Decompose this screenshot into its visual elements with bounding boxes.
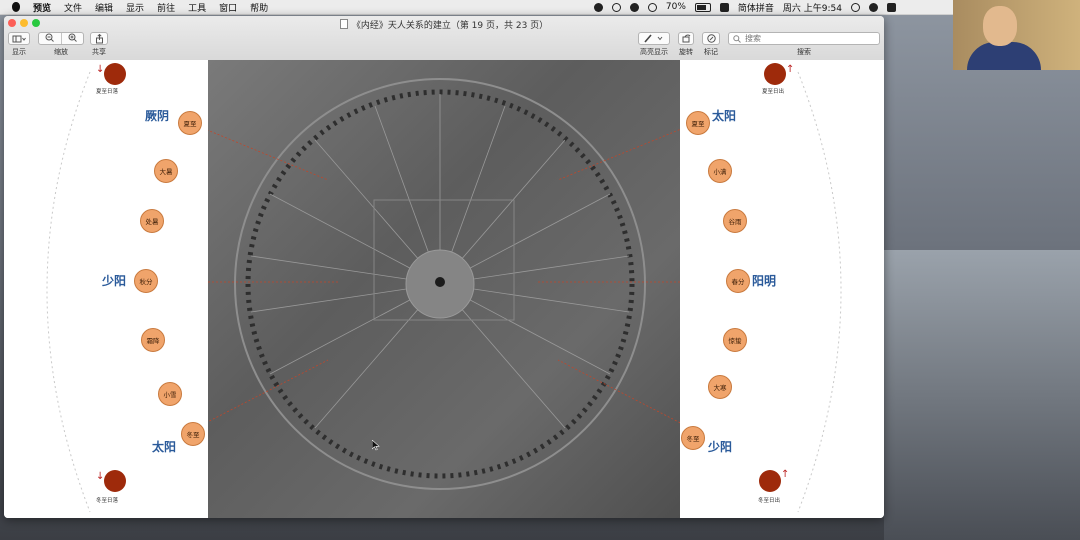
zoom-in-icon bbox=[68, 33, 77, 42]
highlight-label: 高亮显示 bbox=[640, 48, 668, 56]
menu-tools[interactable]: 工具 bbox=[188, 1, 206, 14]
spotlight-search-icon[interactable] bbox=[851, 2, 860, 12]
document-icon bbox=[339, 19, 348, 29]
share-icon bbox=[95, 33, 103, 43]
siri-icon[interactable] bbox=[869, 2, 878, 12]
term-node-left-4: 秋分 bbox=[134, 269, 158, 293]
arrow-up-icon: ↑ bbox=[786, 64, 795, 75]
apple-menu-icon[interactable] bbox=[12, 2, 20, 12]
status-app-icon[interactable] bbox=[593, 2, 603, 12]
term-node-right-4: 春分 bbox=[726, 269, 750, 293]
menu-view[interactable]: 显示 bbox=[126, 1, 144, 14]
sidebar-icon bbox=[12, 35, 26, 42]
markup-label: 标记 bbox=[704, 48, 718, 56]
notification-center-icon[interactable] bbox=[887, 2, 896, 12]
rotate-icon bbox=[682, 34, 690, 43]
sundial-engraving bbox=[168, 78, 708, 490]
wifi-icon[interactable] bbox=[647, 2, 657, 12]
battery-percent: 70% bbox=[665, 2, 686, 12]
term-node-left-1: 夏至 bbox=[178, 111, 202, 135]
right-orbit-dotted-line bbox=[797, 71, 842, 513]
label-taiyang-left: 太阳 bbox=[152, 440, 177, 454]
term-node-right-6: 大寒 bbox=[708, 375, 732, 399]
menu-window[interactable]: 窗口 bbox=[219, 1, 237, 14]
presenter-face bbox=[983, 6, 1017, 46]
sun-icon bbox=[104, 63, 126, 85]
sun-caption-top-left: 夏至日落 bbox=[96, 89, 119, 95]
menu-file[interactable]: 文件 bbox=[64, 1, 82, 14]
zoom-out-icon bbox=[45, 33, 55, 42]
share-button[interactable] bbox=[90, 32, 108, 45]
search-icon bbox=[733, 34, 741, 43]
presenter-shirt bbox=[967, 42, 1041, 70]
term-node-left-7: 冬至 bbox=[181, 422, 205, 446]
arrow-up-icon: ↑ bbox=[781, 469, 790, 480]
sun-caption-top-right: 夏至日出 bbox=[762, 89, 785, 95]
view-label: 显示 bbox=[12, 48, 26, 56]
sun-caption-bottom-right: 冬至日出 bbox=[758, 498, 781, 504]
sun-icon bbox=[764, 63, 786, 85]
label-jueyin: 厥阴 bbox=[145, 109, 170, 123]
zoom-out-button[interactable] bbox=[39, 33, 62, 44]
markup-button[interactable] bbox=[702, 32, 720, 45]
zoom-button-group bbox=[38, 32, 84, 45]
cloud-sync-icon[interactable] bbox=[611, 2, 621, 12]
window-title: 《内经》天人关系的建立（第 19 页，共 23 页） bbox=[351, 21, 549, 31]
search-label: 搜索 bbox=[797, 48, 811, 56]
search-input[interactable] bbox=[745, 34, 865, 43]
document-page[interactable]: 夏至 大暑 处暑 秋分 霜降 小雪 冬至 夏至 小满 谷雨 春分 惊蛰 大寒 冬… bbox=[4, 60, 884, 518]
label-taiyang-right: 太阳 bbox=[712, 109, 737, 123]
clock[interactable]: 周六 上午9:54 bbox=[783, 1, 842, 14]
term-node-left-6: 小雪 bbox=[158, 382, 182, 406]
zoom-label: 缩放 bbox=[54, 48, 68, 56]
input-method-icon[interactable] bbox=[719, 2, 729, 12]
sun-caption-bottom-left: 冬至日落 bbox=[96, 498, 119, 504]
sidebar-view-button[interactable] bbox=[8, 32, 30, 45]
label-shaoyin: 少阳 bbox=[708, 440, 733, 454]
term-node-left-2: 大暑 bbox=[154, 159, 178, 183]
term-node-right-7: 冬至 bbox=[681, 426, 705, 450]
highlight-button[interactable] bbox=[638, 32, 670, 45]
sundial-stone-image bbox=[168, 60, 708, 518]
webcam-overlay bbox=[953, 0, 1080, 70]
highlight-pen-icon bbox=[644, 34, 663, 43]
menu-bar: 预览 文件 编辑 显示 前往 工具 窗口 帮助 70% 简体拼音 周六 上午9:… bbox=[0, 0, 1080, 15]
rotate-button[interactable] bbox=[678, 32, 694, 45]
left-orbit-dotted-line bbox=[46, 71, 91, 513]
sun-icon bbox=[104, 470, 126, 492]
menu-edit[interactable]: 编辑 bbox=[95, 1, 113, 14]
menu-go[interactable]: 前往 bbox=[157, 1, 175, 14]
window-titlebar: 《内经》天人关系的建立（第 19 页，共 23 页） 显示 缩放 共享 高亮显示… bbox=[4, 16, 884, 61]
term-node-right-3: 谷雨 bbox=[723, 209, 747, 233]
mouse-pointer-icon bbox=[372, 440, 380, 451]
share-label: 共享 bbox=[92, 48, 106, 56]
term-node-left-5: 霜降 bbox=[141, 328, 165, 352]
input-method-label[interactable]: 简体拼音 bbox=[738, 1, 774, 14]
menu-app-name[interactable]: 预览 bbox=[33, 1, 51, 14]
battery-icon[interactable] bbox=[694, 2, 711, 12]
term-node-right-5: 惊蛰 bbox=[723, 328, 747, 352]
preview-window: 《内经》天人关系的建立（第 19 页，共 23 页） 显示 缩放 共享 高亮显示… bbox=[4, 16, 884, 518]
term-node-right-1: 夏至 bbox=[686, 111, 710, 135]
sun-icon bbox=[759, 470, 781, 492]
menu-help[interactable]: 帮助 bbox=[250, 1, 268, 14]
label-yangming: 阳明 bbox=[752, 274, 777, 288]
rotate-label: 旋转 bbox=[679, 48, 693, 56]
term-node-right-2: 小满 bbox=[708, 159, 732, 183]
term-node-left-3: 处暑 bbox=[140, 209, 164, 233]
search-field[interactable] bbox=[728, 32, 880, 45]
zoom-in-button[interactable] bbox=[62, 33, 84, 44]
label-shaoyang: 少阳 bbox=[102, 274, 127, 288]
desktop-background-scene bbox=[884, 250, 1080, 540]
markup-icon bbox=[706, 34, 716, 43]
wechat-icon[interactable] bbox=[629, 2, 639, 12]
window-title-wrap: 《内经》天人关系的建立（第 19 页，共 23 页） bbox=[4, 18, 884, 31]
